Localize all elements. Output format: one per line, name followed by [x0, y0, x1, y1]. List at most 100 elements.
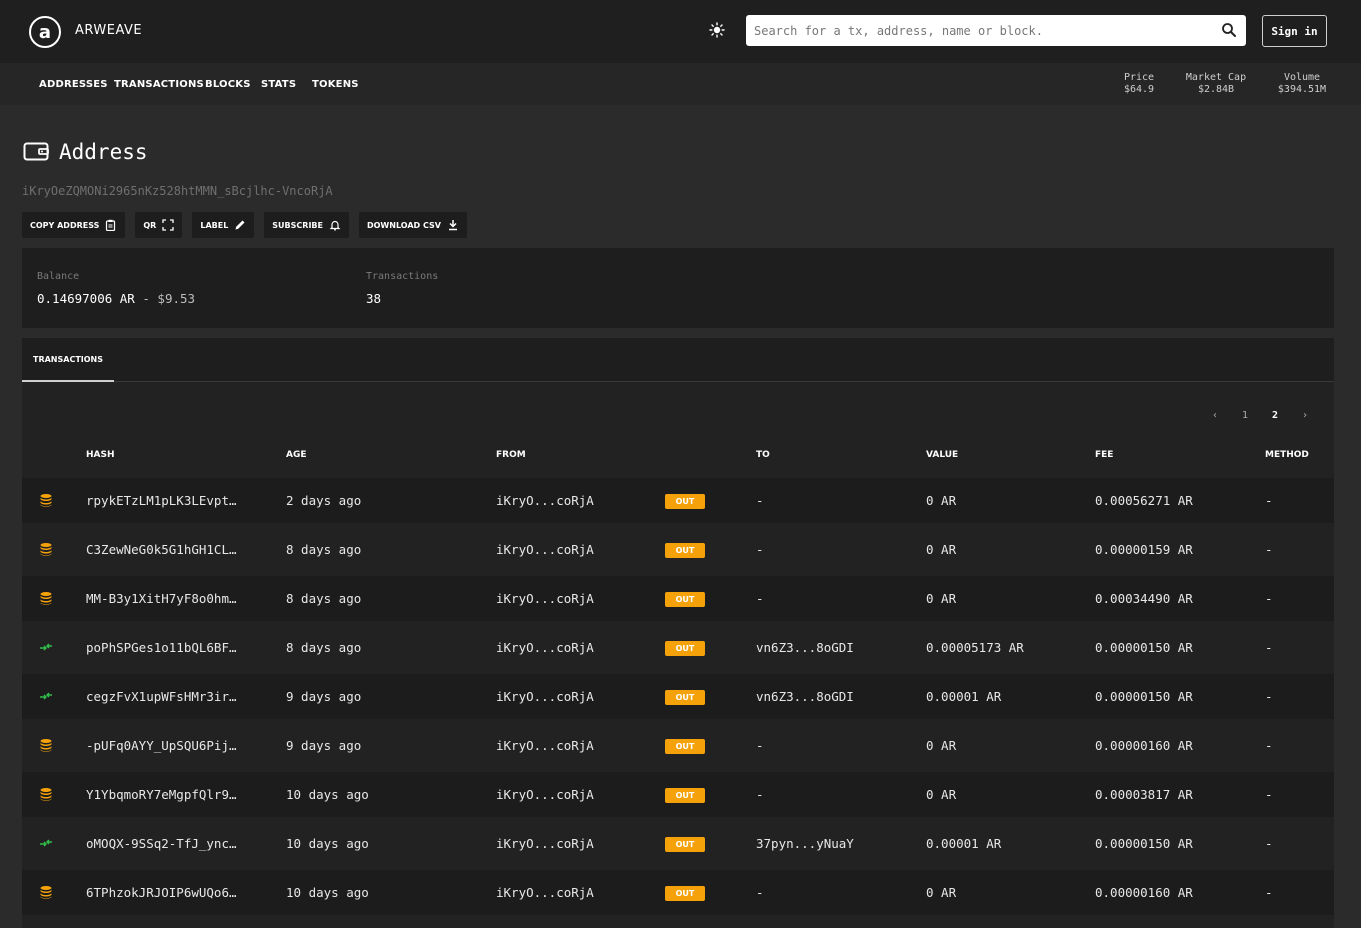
price-label: Price	[1123, 72, 1155, 83]
tx-age: 10 days ago	[286, 836, 369, 851]
tx-from-link[interactable]: iKryO...coRjA	[496, 591, 594, 606]
tx-value: 0 AR	[926, 787, 957, 802]
coins-icon	[40, 886, 52, 899]
next-page-button[interactable]: ›	[1290, 410, 1320, 421]
nav-tokens[interactable]: TOKENS	[312, 79, 359, 90]
tx-value: 0.00005173 AR	[926, 640, 1024, 655]
tx-age: 2 days ago	[286, 493, 362, 508]
balance-label: Balance	[37, 271, 80, 282]
coins-icon	[40, 543, 52, 556]
label-label: LABEL	[200, 220, 229, 230]
theme-toggle-sun-icon[interactable]	[709, 22, 725, 38]
tx-from-link[interactable]: iKryO...coRjA	[496, 738, 594, 753]
direction-badge: OUT	[665, 837, 705, 852]
nav-bar: ADDRESSES TRANSACTIONS BLOCKS STATS TOKE…	[0, 63, 1361, 105]
tx-to[interactable]: vn6Z3...8oGDI	[756, 689, 854, 704]
tx-hash-link[interactable]: oMOQX-9SSq2-TfJ_ync…	[86, 836, 251, 851]
tx-value: 0 AR	[926, 738, 957, 753]
search-icon[interactable]	[1221, 22, 1237, 38]
brand-name[interactable]: ARWEAVE	[75, 23, 142, 38]
label-button[interactable]: LABEL	[192, 212, 255, 238]
column-hash: HASH	[86, 450, 115, 460]
nav-transactions[interactable]: TRANSACTIONS	[114, 79, 204, 90]
tx-age: 10 days ago	[286, 787, 369, 802]
tx-from-link[interactable]: iKryO...coRjA	[496, 787, 594, 802]
subscribe-label: SUBSCRIBE	[272, 220, 323, 230]
tx-from-link[interactable]: iKryO...coRjA	[496, 885, 594, 900]
search-input[interactable]	[754, 21, 1214, 41]
tx-age: 9 days ago	[286, 738, 362, 753]
pagination: ‹ 1 2 ›	[1200, 410, 1320, 421]
tx-from-link[interactable]: iKryO...coRjA	[496, 493, 594, 508]
copy-address-label: COPY ADDRESS	[30, 220, 100, 230]
page-title: Address	[59, 140, 148, 164]
tab-bar: TRANSACTIONS	[22, 338, 1334, 382]
volume-value: $394.51M	[1277, 84, 1327, 95]
table-row: 6TPhzokJRJOIP6wUQo6… 10 days ago iKryO...c…	[22, 870, 1334, 915]
page-2-button[interactable]: 2	[1260, 410, 1290, 421]
price-stat: Price $64.9	[1118, 72, 1160, 96]
tx-fee: 0.00000150 AR	[1095, 836, 1193, 851]
balance-value: 0.14697006 AR - $9.53	[37, 291, 195, 306]
bell-icon	[329, 220, 341, 231]
table-row: C3ZewNeG0k5G1hGH1CL… 8 days ago iKryO...co…	[22, 527, 1334, 572]
volume-label: Volume	[1283, 72, 1321, 83]
balance-separator: -	[134, 291, 158, 306]
qr-button[interactable]: QR	[135, 212, 183, 238]
tx-to: -	[756, 787, 764, 802]
prev-page-button[interactable]: ‹	[1200, 410, 1230, 421]
direction-badge: OUT	[665, 592, 705, 607]
tx-age: 10 days ago	[286, 885, 369, 900]
table-row: oMOQX-9SSq2-TfJ_ync… 10 days ago iKryO...c…	[22, 821, 1334, 866]
tx-hash-link[interactable]: -pUFq0AYY_UpSQU6Pij…	[86, 738, 251, 753]
tx-value: 0 AR	[926, 885, 957, 900]
tx-from-link[interactable]: iKryO...coRjA	[496, 836, 594, 851]
transactions-count-value: 38	[366, 291, 382, 306]
tx-to: -	[756, 885, 764, 900]
transactions-panel: TRANSACTIONS ‹ 1 2 › HASH AGE FROM TO VA…	[22, 338, 1334, 928]
tx-hash-link[interactable]: poPhSPGes1o11bQL6BF…	[86, 640, 251, 655]
tx-method: -	[1265, 640, 1273, 655]
nav-stats[interactable]: STATS	[261, 79, 296, 90]
tx-hash-link[interactable]: cegzFvX1upWFsHMr3ir…	[86, 689, 251, 704]
tx-fee: 0.00000160 AR	[1095, 885, 1193, 900]
direction-badge: OUT	[665, 788, 705, 803]
tx-hash-link[interactable]: Y1YbqmoRY7eMgpfQlr9…	[86, 787, 251, 802]
download-csv-label: DOWNLOAD CSV	[366, 220, 441, 230]
coins-icon	[40, 739, 52, 752]
column-value: VALUE	[926, 450, 959, 460]
tab-transactions[interactable]: TRANSACTIONS	[22, 338, 114, 382]
page-1-button[interactable]: 1	[1230, 410, 1260, 421]
table-row: cegzFvX1upWFsHMr3ir… 9 days ago iKryO...co…	[22, 674, 1334, 719]
tx-hash-link[interactable]: 6TPhzokJRJOIP6wUQo6…	[86, 885, 251, 900]
tx-value: 0.00001 AR	[926, 836, 1002, 851]
tx-to[interactable]: vn6Z3...8oGDI	[756, 640, 854, 655]
nav-addresses[interactable]: ADDRESSES	[39, 79, 108, 90]
subscribe-button[interactable]: SUBSCRIBE	[264, 212, 349, 238]
tx-from-link[interactable]: iKryO...coRjA	[496, 542, 594, 557]
nav-blocks[interactable]: BLOCKS	[205, 79, 251, 90]
tx-to: -	[756, 493, 764, 508]
tx-hash-link[interactable]: MM-B3y1XitH7yF8o0hm…	[86, 591, 251, 606]
direction-badge: OUT	[665, 494, 705, 509]
address-actions: COPY ADDRESS QR LABEL SUBSCRIBE DOWNLOAD…	[22, 212, 467, 238]
sign-in-button[interactable]: Sign in	[1262, 15, 1327, 47]
tx-method: -	[1265, 885, 1273, 900]
direction-badge: OUT	[665, 886, 705, 901]
direction-badge: OUT	[665, 739, 705, 754]
tx-age: 8 days ago	[286, 542, 362, 557]
tx-fee: 0.00056271 AR	[1095, 493, 1193, 508]
tx-to[interactable]: 37pyn...yNuaY	[756, 836, 854, 851]
tx-hash-link[interactable]: C3ZewNeG0k5G1hGH1CL…	[86, 542, 251, 557]
download-csv-button[interactable]: DOWNLOAD CSV	[358, 212, 467, 238]
tx-method: -	[1265, 591, 1273, 606]
arweave-logo[interactable]: a	[29, 16, 61, 48]
address-hash: iKryOeZQMONi2965nKz528htMMN_sBcjlhc-Vnco…	[22, 184, 333, 198]
copy-address-button[interactable]: COPY ADDRESS	[22, 212, 126, 238]
tx-from-link[interactable]: iKryO...coRjA	[496, 640, 594, 655]
market-cap-stat: Market Cap $2.84B	[1183, 72, 1249, 96]
tx-fee: 0.00000150 AR	[1095, 640, 1193, 655]
tx-hash-link[interactable]: rpykETzLM1pLK3LEvpt…	[86, 493, 251, 508]
tx-from-link[interactable]: iKryO...coRjA	[496, 689, 594, 704]
pencil-icon	[235, 220, 245, 230]
